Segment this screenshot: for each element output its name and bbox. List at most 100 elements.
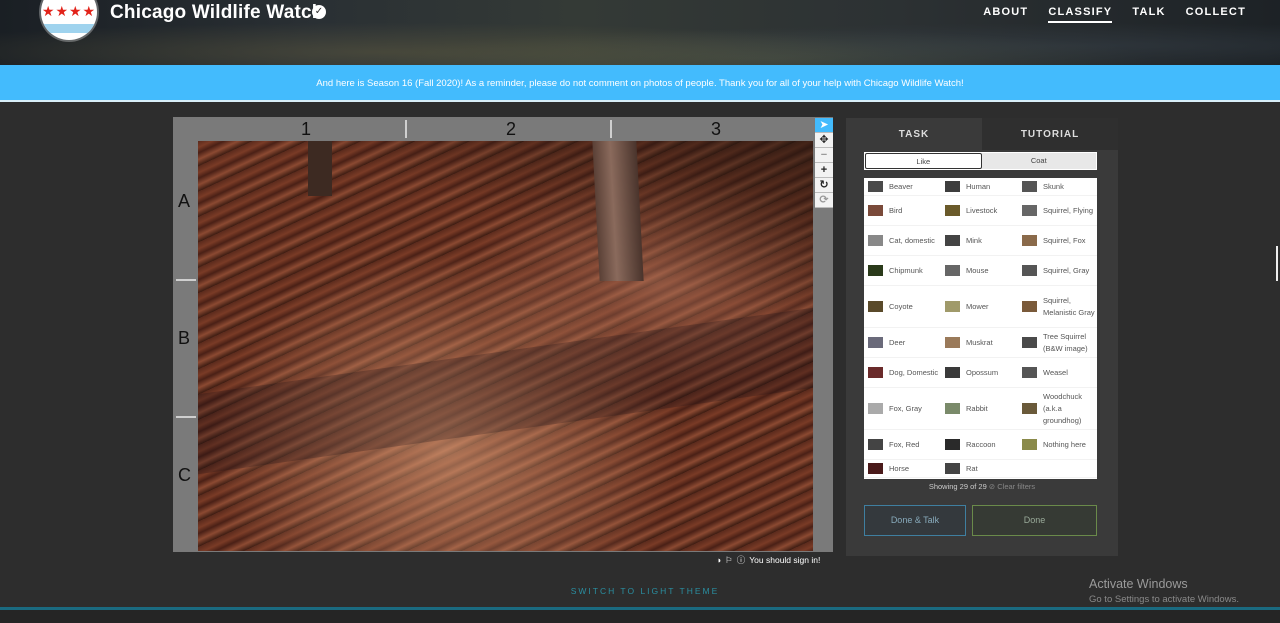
showing-count: Showing 29 of 29 [928, 482, 987, 491]
species-label: Bird [889, 205, 903, 215]
flag-icon[interactable]: ⚐ [725, 555, 733, 566]
shadow [198, 307, 813, 475]
species-label: Tree Squirrel (B&W image) [1043, 331, 1088, 353]
species-option[interactable]: Weasel [1018, 358, 1097, 388]
nav-about[interactable]: ABOUT [983, 6, 1028, 23]
species-option[interactable]: Dog, Domestic [864, 358, 941, 388]
species-label: Coyote [889, 301, 913, 311]
clear-filters-link[interactable]: ⊘ Clear filters [989, 482, 1035, 491]
filter-bar: Like Coat [864, 152, 1097, 170]
nav-talk[interactable]: TALK [1132, 6, 1165, 23]
scrollbar[interactable] [1276, 246, 1278, 281]
species-option[interactable]: Chipmunk [864, 256, 941, 286]
species-option[interactable]: Squirrel, Gray [1018, 256, 1097, 286]
species-label: Deer [889, 337, 906, 347]
subject-image[interactable] [198, 141, 813, 551]
species-label: Opossum [966, 367, 999, 377]
species-option[interactable]: Beaver [864, 178, 941, 196]
species-option[interactable]: Mower [941, 286, 1018, 328]
nav-collect[interactable]: COLLECT [1186, 6, 1246, 23]
species-option[interactable]: Bird [864, 196, 941, 226]
task-tabs: TASK TUTORIAL [846, 118, 1118, 150]
species-label: Horse [889, 463, 910, 473]
species-thumbnail [1022, 301, 1037, 312]
species-option[interactable]: Human [941, 178, 1018, 196]
species-option[interactable]: Squirrel, Fox [1018, 226, 1097, 256]
species-label: Dog, Domestic [889, 367, 939, 377]
grid-col-divider [405, 120, 407, 138]
species-label: Skunk [1043, 181, 1064, 191]
species-label: Squirrel, Flying [1043, 205, 1094, 215]
species-thumbnail [945, 337, 960, 348]
species-option[interactable]: Nothing here [1018, 430, 1097, 460]
species-option[interactable]: Skunk [1018, 178, 1097, 196]
tab-task[interactable]: TASK [846, 118, 982, 150]
species-label: Muskrat [966, 337, 993, 347]
announcement-banner: And here is Season 16 (Fall 2020)! As a … [0, 65, 1280, 102]
switch-theme-link[interactable]: SWITCH TO LIGHT THEME [0, 586, 1280, 596]
reset-icon[interactable]: ⟳ [815, 193, 833, 208]
pointer-icon[interactable]: ➤ [815, 118, 833, 133]
species-label: Mower [966, 301, 989, 311]
species-option[interactable]: Fox, Gray [864, 388, 941, 430]
species-option[interactable]: Cat, domestic [864, 226, 941, 256]
species-option[interactable]: Fox, Red [864, 430, 941, 460]
info-icon[interactable]: ⓘ [737, 554, 746, 566]
species-option[interactable]: Woodchuck (a.k.a groundhog) [1018, 388, 1097, 430]
species-option[interactable]: Raccoon [941, 430, 1018, 460]
species-thumbnail [868, 337, 883, 348]
tab-tutorial[interactable]: TUTORIAL [982, 118, 1118, 150]
species-thumbnail [945, 205, 960, 216]
species-thumbnail [1022, 181, 1037, 192]
species-label: Mink [966, 235, 982, 245]
grid-row-label: B [178, 328, 191, 348]
task-panel: TASK TUTORIAL Like Coat Beaver Human Skunk… [846, 118, 1118, 556]
project-logo[interactable]: ★★★★ [41, 0, 97, 40]
grid-row-divider [176, 416, 196, 418]
species-thumbnail [868, 463, 883, 474]
species-thumbnail [868, 367, 883, 378]
grid-row-label: A [178, 191, 191, 211]
species-label: Rat [966, 463, 978, 473]
species-label: Weasel [1043, 367, 1068, 377]
species-label: Mouse [966, 265, 989, 275]
species-option[interactable]: Opossum [941, 358, 1018, 388]
subject-viewer: 1 2 3 A B C [173, 117, 833, 552]
species-option[interactable]: Squirrel, Melanistic Gray [1018, 286, 1097, 328]
tree-trunk [308, 141, 332, 196]
nav-classify[interactable]: CLASSIFY [1048, 6, 1113, 23]
project-title[interactable]: Chicago Wildlife Watch [110, 2, 324, 24]
species-label: Woodchuck (a.k.a groundhog) [1043, 391, 1083, 425]
invert-icon[interactable]: ◑ [716, 555, 721, 565]
species-option[interactable]: Deer [864, 328, 941, 358]
species-option[interactable]: Livestock [941, 196, 1018, 226]
species-thumbnail [868, 235, 883, 246]
species-label: Fox, Red [889, 439, 920, 449]
species-option[interactable]: Horse [864, 460, 941, 478]
species-thumbnail [945, 265, 960, 276]
species-label: Squirrel, Fox [1043, 235, 1086, 245]
species-option[interactable]: Mouse [941, 256, 1018, 286]
species-option[interactable]: Tree Squirrel (B&W image) [1018, 328, 1097, 358]
main-nav: ABOUT CLASSIFY TALK COLLECT [963, 6, 1246, 23]
species-thumbnail [945, 235, 960, 246]
species-option[interactable]: Rat [941, 460, 1018, 478]
tree-trunk [592, 141, 644, 281]
species-label: Nothing here [1043, 439, 1086, 449]
rotate-icon[interactable]: ↻ [815, 178, 833, 193]
species-option[interactable]: Squirrel, Flying [1018, 196, 1097, 226]
filter-like[interactable]: Like [865, 153, 982, 169]
done-button[interactable]: Done [972, 505, 1097, 536]
species-option[interactable]: Muskrat [941, 328, 1018, 358]
species-option[interactable]: Mink [941, 226, 1018, 256]
move-icon[interactable]: ✥ [815, 133, 833, 148]
zoom-out-icon[interactable]: − [815, 148, 833, 163]
zoom-in-icon[interactable]: + [815, 163, 833, 178]
done-and-talk-button[interactable]: Done & Talk [864, 505, 966, 536]
grid-row-label: C [178, 465, 191, 485]
species-thumbnail [1022, 403, 1037, 414]
species-option[interactable]: Coyote [864, 286, 941, 328]
filter-coat[interactable]: Coat [981, 153, 1096, 169]
species-option[interactable]: Rabbit [941, 388, 1018, 430]
species-thumbnail [945, 403, 960, 414]
